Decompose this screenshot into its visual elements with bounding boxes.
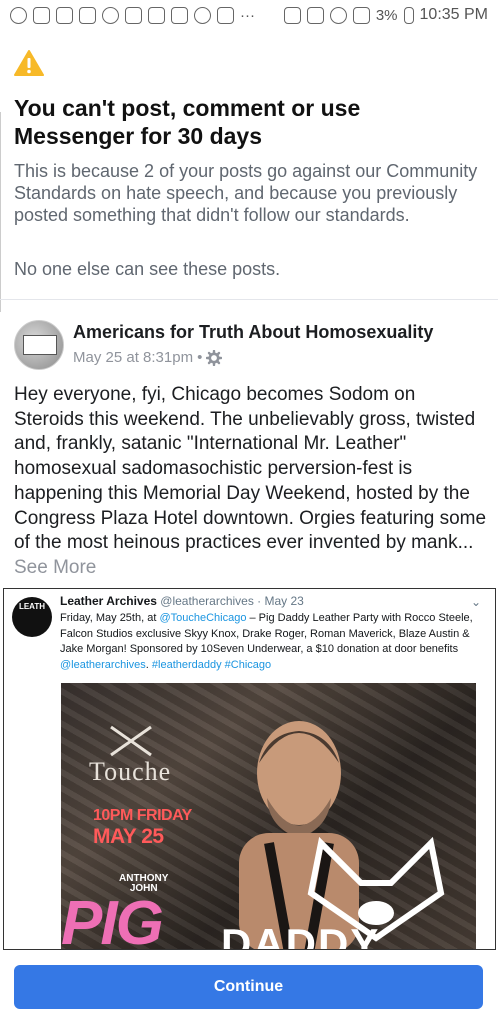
bottom-action-bar: Continue [0,950,498,1024]
restriction-explanation: This is because 2 of your posts go again… [14,161,478,225]
scroll-edge [0,112,4,312]
page-name[interactable]: Americans for Truth About Homosexuality [73,322,433,343]
more-notifications-icon: ··· [240,6,255,24]
chevron-down-icon: ⌄ [470,595,481,609]
tweet-author-line: Leather Archives @leatherarchives · May … [60,594,304,608]
battery-icon [403,6,414,24]
wifi-icon [329,6,347,24]
poster-venue: Touche [89,757,172,786]
tweet-handle: @leatherarchives · May 23 [160,594,304,608]
tweet-avatar: LEATH [12,597,52,637]
visibility-note: No one else can see these posts. [14,259,281,279]
weather-icon [194,6,211,24]
post-meta: May 25 at 8:31pm • [73,349,223,366]
instagram-icon [102,6,119,24]
post-header: Americans for Truth About Homosexuality … [0,300,498,380]
whatsapp-icon [10,6,27,24]
meta-separator: • [197,349,203,366]
poster-time: 10PM FRIDAY [93,807,192,824]
post-timestamp[interactable]: May 25 at 8:31pm [73,349,193,366]
warning-icon [14,50,44,76]
post-body: Hey everyone, fyi, Chicago becomes Sodom… [14,383,488,581]
see-more-link[interactable]: See More [14,557,96,578]
continue-button[interactable]: Continue [14,965,483,1009]
page-avatar[interactable] [14,320,64,370]
mail-icon [148,6,165,24]
voicemail-icon [56,6,73,24]
system-status: 3% 10:35 PM [283,6,488,24]
signal-icon [352,6,370,24]
messenger-icon [79,6,96,24]
tweet-text: Friday, May 25th, at @ToucheChicago – Pi… [60,611,480,673]
tweet-text-part: Friday, May 25th, at [60,612,160,624]
poster-date: MAY 25 [93,825,164,848]
poster-title-daddy: DADDY [221,920,381,950]
hands-icon [217,6,234,24]
tweet-mention: @ToucheChicago [159,612,247,624]
status-bar: ··· 3% 10:35 PM [0,0,498,30]
poster-title-pig: PIG [61,889,164,950]
tweet-mention: @leatherarchives [60,658,146,671]
mute-icon [306,6,324,24]
venue-logo-icon [110,725,152,757]
tweet-author: Leather Archives [60,594,157,608]
clock: 10:35 PM [419,6,488,23]
camera-icon [171,6,188,24]
event-poster: Touche 10PM FRIDAY MAY 25 ANTHONY JOHN P… [61,683,476,950]
gear-icon [206,349,223,366]
restriction-headline: You can't post, comment or use Messenger… [14,95,361,149]
calendar-icon [33,6,50,24]
tweet-hashtags: #leatherdaddy #Chicago [151,658,272,671]
instagram-icon-2 [125,6,142,24]
post-text: Hey everyone, fyi, Chicago becomes Sodom… [14,384,487,554]
restriction-notice: You can't post, comment or use Messenger… [0,30,498,300]
embedded-tweet-image[interactable]: LEATH Leather Archives @leatherarchives … [3,588,496,950]
battery-percent: 3% [375,6,398,24]
notification-icons: ··· [10,6,255,24]
nfc-icon [283,6,301,24]
